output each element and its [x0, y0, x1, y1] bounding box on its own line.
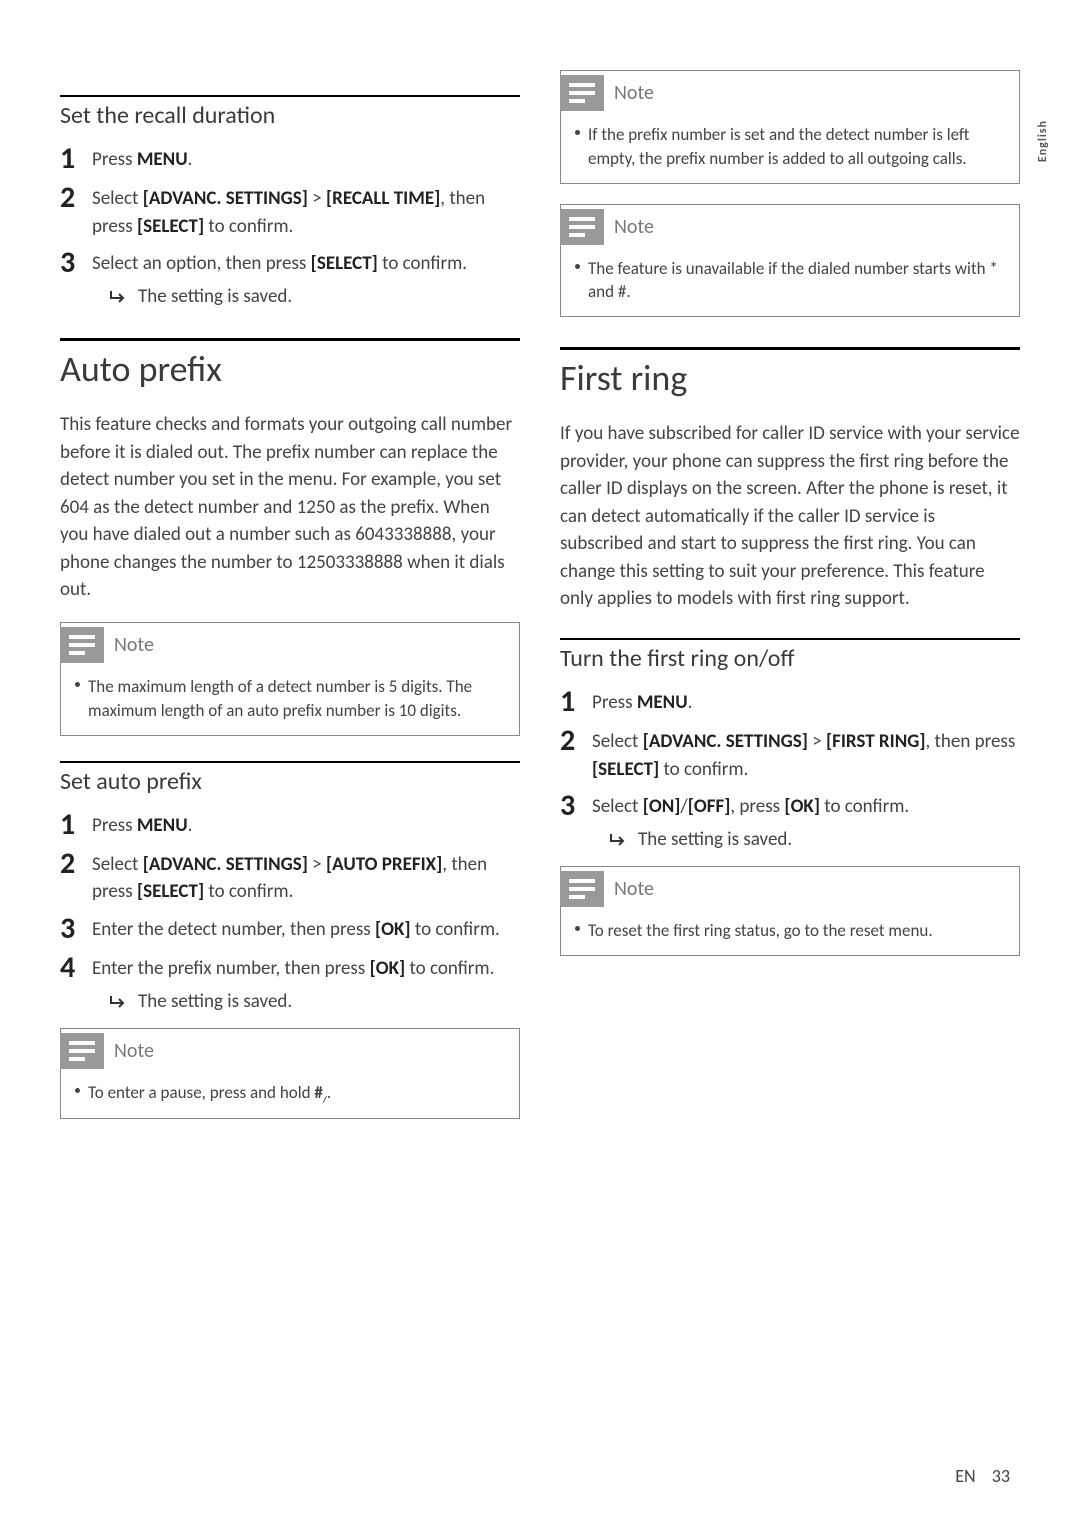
- recall-step-3: 3 Select an option, then press [SELECT] …: [60, 246, 520, 279]
- auto-prefix-desc: This feature checks and formats your out…: [60, 411, 520, 604]
- note-label: Note: [614, 81, 654, 105]
- note-text: If the prefix number is set and the dete…: [588, 123, 1005, 171]
- note-icon: [61, 627, 104, 663]
- ap-step-3: 3Enter the detect number, then press [OK…: [60, 912, 520, 945]
- step-text: Select [ADVANC. SETTINGS] > [RECALL TIME…: [92, 181, 520, 240]
- result-text: The setting is saved.: [638, 828, 792, 851]
- note-text: To reset the first ring status, go to th…: [588, 919, 933, 943]
- note-icon: [61, 1033, 104, 1069]
- hash-key-icon: #/: [314, 1081, 326, 1106]
- note-reset-first-ring: Note To reset the first ring status, go …: [560, 866, 1020, 956]
- fr-step-2: 2Select [ADVANC. SETTINGS] > [FIRST RING…: [560, 724, 1020, 783]
- note-label: Note: [114, 1039, 154, 1063]
- footer-lang: EN: [955, 1465, 975, 1487]
- result-text: The setting is saved.: [138, 990, 292, 1013]
- right-column: Note If the prefix number is set and the…: [560, 70, 1020, 1139]
- note-text: The feature is unavailable if the dialed…: [588, 257, 1005, 305]
- auto-prefix-title: Auto prefix: [60, 338, 520, 391]
- fr-step-3: 3Select [ON]/[OFF], press [OK] to confir…: [560, 789, 1020, 822]
- note-unavailable: Note The feature is unavailable if the d…: [560, 204, 1020, 318]
- note-icon: [561, 209, 604, 245]
- recall-result: The setting is saved.: [60, 285, 520, 308]
- ap-step-4: 4Enter the prefix number, then press [OK…: [60, 951, 520, 984]
- step-text: Select an option, then press [SELECT] to…: [92, 246, 520, 278]
- auto-prefix-steps: 1Press MENU. 2Select [ADVANC. SETTINGS] …: [60, 808, 520, 984]
- ap-step-2: 2Select [ADVANC. SETTINGS] > [AUTO PREFI…: [60, 847, 520, 906]
- fr-step-1: 1Press MENU.: [560, 685, 1020, 718]
- ap-step-1: 1Press MENU.: [60, 808, 520, 841]
- result-arrow-icon: [610, 833, 628, 847]
- step-number: 1: [60, 142, 92, 175]
- step-number: 3: [60, 246, 92, 279]
- note-text: To enter a pause, press and hold #/.: [88, 1081, 331, 1106]
- note-icon: [561, 871, 604, 907]
- recall-title: Set the recall duration: [60, 95, 520, 130]
- result-text: The setting is saved.: [138, 285, 292, 308]
- left-column: Set the recall duration 1 Press MENU. 2 …: [60, 70, 520, 1139]
- recall-steps: 1 Press MENU. 2 Select [ADVANC. SETTINGS…: [60, 142, 520, 279]
- note-icon: [561, 75, 604, 111]
- result-arrow-icon: [110, 995, 128, 1009]
- first-ring-title: First ring: [560, 347, 1020, 400]
- note-label: Note: [114, 633, 154, 657]
- set-auto-prefix-title: Set auto prefix: [60, 761, 520, 796]
- language-tab: English: [1036, 120, 1050, 162]
- two-column-layout: Set the recall duration 1 Press MENU. 2 …: [60, 70, 1020, 1139]
- footer-page: 33: [992, 1465, 1010, 1487]
- step-text: Press MENU.: [92, 142, 520, 174]
- first-ring-desc: If you have subscribed for caller ID ser…: [560, 420, 1020, 613]
- note-label: Note: [614, 877, 654, 901]
- recall-step-1: 1 Press MENU.: [60, 142, 520, 175]
- note-max-length: Note The maximum length of a detect numb…: [60, 622, 520, 736]
- page-footer: EN 33: [955, 1465, 1010, 1487]
- turn-first-ring-title: Turn the first ring on/off: [560, 638, 1020, 673]
- note-pause: Note To enter a pause, press and hold #/…: [60, 1028, 520, 1119]
- recall-step-2: 2 Select [ADVANC. SETTINGS] > [RECALL TI…: [60, 181, 520, 240]
- fr-result: The setting is saved.: [560, 828, 1020, 851]
- ap-result: The setting is saved.: [60, 990, 520, 1013]
- step-number: 2: [60, 181, 92, 214]
- note-text: The maximum length of a detect number is…: [88, 675, 505, 723]
- first-ring-steps: 1Press MENU. 2Select [ADVANC. SETTINGS] …: [560, 685, 1020, 822]
- note-label: Note: [614, 215, 654, 239]
- note-prefix-empty: Note If the prefix number is set and the…: [560, 70, 1020, 184]
- result-arrow-icon: [110, 290, 128, 304]
